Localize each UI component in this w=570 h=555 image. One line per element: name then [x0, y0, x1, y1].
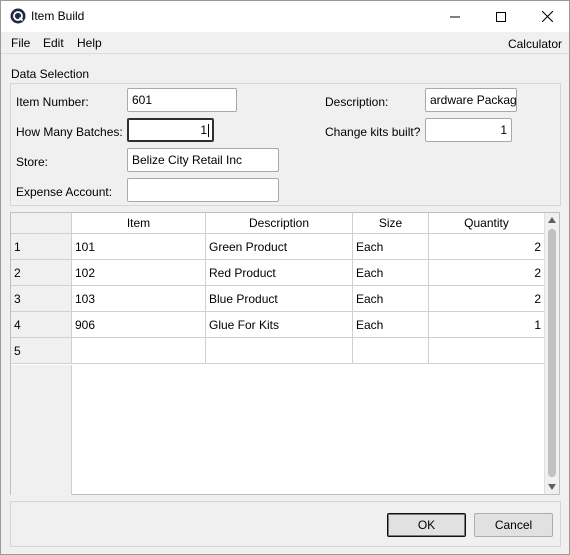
cell-description[interactable]: Blue Product — [206, 286, 353, 312]
cell-item[interactable]: 906 — [72, 312, 206, 338]
cell-size[interactable]: Each — [353, 234, 429, 260]
maximize-button[interactable] — [478, 1, 524, 32]
item-number-field[interactable]: 601 — [127, 88, 237, 112]
expense-account-field[interactable] — [127, 178, 279, 202]
button-panel: OK Cancel — [10, 501, 561, 547]
cell-size[interactable]: Each — [353, 312, 429, 338]
close-icon — [541, 11, 553, 22]
data-selection-panel: Item Number: 601 Description: ardware Pa… — [10, 83, 561, 206]
scroll-up-button[interactable] — [545, 213, 559, 227]
items-grid[interactable]: Item Description Size Quantity 1 101 Gre… — [10, 212, 560, 495]
vertical-scrollbar[interactable] — [544, 213, 559, 494]
cell-size[interactable] — [353, 338, 429, 364]
item-number-label: Item Number: — [16, 95, 89, 109]
cell-size[interactable]: Each — [353, 286, 429, 312]
cell-item[interactable] — [72, 338, 206, 364]
arrow-up-icon — [548, 217, 556, 223]
arrow-down-icon — [548, 484, 556, 490]
minimize-button[interactable] — [432, 1, 478, 32]
column-header-quantity[interactable]: Quantity — [429, 213, 545, 234]
ok-button[interactable]: OK — [387, 513, 466, 537]
batches-label: How Many Batches: — [16, 125, 123, 139]
cell-description[interactable]: Red Product — [206, 260, 353, 286]
scroll-down-button[interactable] — [545, 480, 559, 494]
store-field[interactable]: Belize City Retail Inc — [127, 148, 279, 172]
window-title: Item Build — [31, 9, 85, 23]
cell-item[interactable]: 103 — [72, 286, 206, 312]
cancel-button[interactable]: Cancel — [474, 513, 553, 537]
menu-help[interactable]: Help — [77, 36, 102, 50]
menu-bar: File Edit Help Calculator — [1, 32, 569, 54]
row-header[interactable]: 5 — [11, 338, 72, 364]
batches-value: 1 — [200, 123, 207, 137]
column-header-description[interactable]: Description — [206, 213, 353, 234]
store-label: Store: — [16, 155, 49, 169]
menu-edit[interactable]: Edit — [43, 36, 64, 50]
row-header[interactable]: 4 — [11, 312, 72, 338]
close-button[interactable] — [524, 1, 570, 32]
cell-description[interactable] — [206, 338, 353, 364]
cell-item[interactable]: 102 — [72, 260, 206, 286]
title-bar: Item Build — [1, 1, 569, 32]
column-header-item[interactable]: Item — [72, 213, 206, 234]
cell-description[interactable]: Green Product — [206, 234, 353, 260]
batches-field[interactable]: 1 — [127, 118, 214, 142]
row-header[interactable]: 2 — [11, 260, 72, 286]
cell-description[interactable]: Glue For Kits — [206, 312, 353, 338]
data-selection-label: Data Selection — [11, 67, 90, 81]
grid-corner — [11, 213, 72, 234]
expense-account-label: Expense Account: — [16, 185, 113, 199]
change-kits-field[interactable]: 1 — [425, 118, 512, 142]
calculator-link[interactable]: Calculator — [508, 37, 562, 51]
cell-quantity[interactable]: 2 — [429, 286, 545, 312]
maximize-icon — [496, 11, 506, 22]
description-field[interactable]: ardware Package — [425, 88, 517, 112]
cell-item[interactable]: 101 — [72, 234, 206, 260]
cell-quantity[interactable]: 1 — [429, 312, 545, 338]
cell-quantity[interactable] — [429, 338, 545, 364]
app-logo-icon — [10, 8, 26, 24]
menu-file[interactable]: File — [11, 36, 30, 50]
row-header[interactable]: 1 — [11, 234, 72, 260]
minimize-icon — [450, 16, 460, 17]
item-build-window: Item Build File Edit Help Calculator Dat… — [0, 0, 570, 555]
scroll-thumb[interactable] — [548, 229, 556, 477]
row-header-filler — [11, 365, 72, 495]
column-header-size[interactable]: Size — [353, 213, 429, 234]
text-caret — [208, 124, 209, 138]
row-header[interactable]: 3 — [11, 286, 72, 312]
change-kits-label: Change kits built? — [325, 125, 421, 139]
cell-quantity[interactable]: 2 — [429, 234, 545, 260]
cell-quantity[interactable]: 2 — [429, 260, 545, 286]
cell-size[interactable]: Each — [353, 260, 429, 286]
description-label: Description: — [325, 95, 389, 109]
